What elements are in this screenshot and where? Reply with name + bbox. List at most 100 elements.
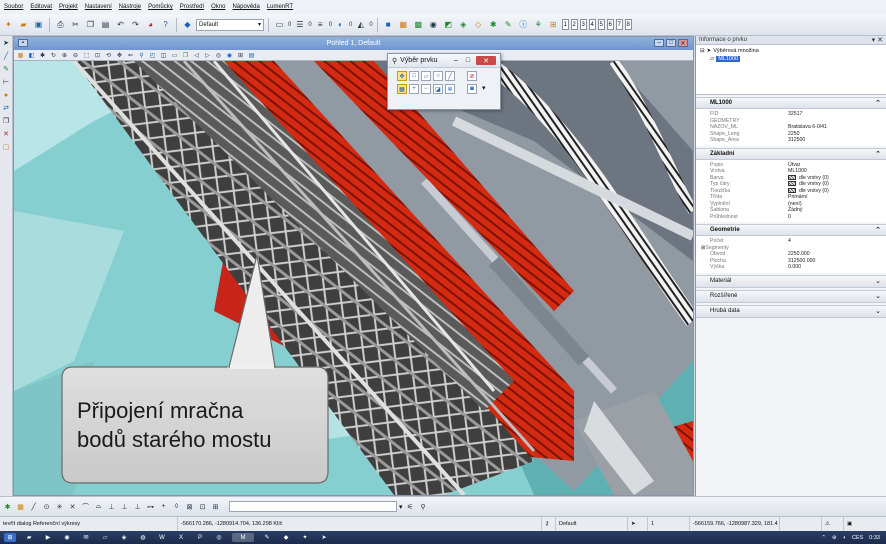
fit-view-icon[interactable]: ⊡ bbox=[93, 51, 102, 60]
folder-icon[interactable]: ▱ bbox=[99, 533, 111, 542]
grid-view-icon[interactable]: ⊞ bbox=[236, 51, 245, 60]
section-basic-header[interactable]: Základní ⌃ bbox=[696, 147, 886, 160]
lineweight-icon[interactable]: ≡ bbox=[314, 18, 327, 32]
open-folder-icon[interactable]: ▰ bbox=[17, 18, 30, 32]
panel-close-icon[interactable]: ▾ ✕ bbox=[872, 36, 883, 44]
view-display-icon[interactable]: ■ bbox=[382, 18, 395, 32]
select-all-icon[interactable]: ✲ bbox=[445, 84, 455, 94]
maximize-icon[interactable]: □ bbox=[464, 56, 472, 65]
paint-icon[interactable]: ✎ bbox=[261, 533, 273, 542]
paste-icon[interactable]: ▤ bbox=[99, 18, 112, 32]
delete-icon[interactable]: ✕ bbox=[0, 128, 12, 140]
view-button-8[interactable]: 8 bbox=[624, 19, 632, 30]
keypoint-icon[interactable]: ◊ bbox=[171, 501, 182, 513]
parallel-icon[interactable]: ⊥ bbox=[119, 501, 130, 513]
individual-select-icon[interactable]: ✥ bbox=[397, 71, 407, 81]
point-icon[interactable]: ● bbox=[0, 89, 12, 101]
update-view-icon[interactable]: ↻ bbox=[49, 51, 58, 60]
view-previous-icon[interactable]: ◁ bbox=[192, 51, 201, 60]
clip-volume-icon[interactable]: ◫ bbox=[159, 51, 168, 60]
collapse-icon[interactable]: ⊟ bbox=[700, 48, 705, 54]
walk-icon[interactable]: ⚲ bbox=[137, 51, 146, 60]
explorer-icon[interactable]: ▰ bbox=[23, 533, 35, 542]
close-icon[interactable]: ✕ bbox=[678, 39, 688, 47]
excel-icon[interactable]: X bbox=[175, 533, 187, 542]
network-app-icon[interactable]: ◈ bbox=[118, 533, 130, 542]
copy-view-icon[interactable]: ❐ bbox=[181, 51, 190, 60]
linestyle-icon[interactable]: ☰ bbox=[293, 18, 306, 32]
menu-soubor[interactable]: Soubor bbox=[4, 4, 23, 10]
menu-okno[interactable]: Okno bbox=[211, 4, 225, 10]
add-selection-icon[interactable]: + bbox=[409, 84, 419, 94]
close-button[interactable]: ✕ bbox=[476, 56, 496, 65]
intersection-icon[interactable]: ✕ bbox=[67, 501, 78, 513]
chevron-down-icon[interactable]: ▾ bbox=[399, 503, 403, 511]
info-icon[interactable]: ⓘ bbox=[517, 18, 530, 32]
circle-select-icon[interactable]: ○ bbox=[433, 71, 443, 81]
perpendicular-icon[interactable]: ⊥ bbox=[106, 501, 117, 513]
tray-chevron-icon[interactable]: ⌃ bbox=[821, 535, 826, 541]
notification-icon[interactable]: ⚠ bbox=[822, 516, 844, 532]
level-manager-icon[interactable]: ◕ bbox=[144, 18, 157, 32]
toggle-camera-icon[interactable]: ◉ bbox=[225, 51, 234, 60]
view-attributes-icon[interactable]: ▦ bbox=[16, 51, 25, 60]
cut-icon[interactable]: ✂ bbox=[69, 18, 82, 32]
redo-icon[interactable]: ↷ bbox=[129, 18, 142, 32]
view-title-bar[interactable]: Pohled 1, Default ▪ – □ ✕ bbox=[14, 37, 693, 50]
origin-snap-icon[interactable]: + bbox=[158, 501, 169, 513]
word-icon[interactable]: W bbox=[156, 533, 168, 542]
view-button-5[interactable]: 5 bbox=[597, 19, 605, 30]
line-select-icon[interactable]: ╱ bbox=[445, 71, 455, 81]
minimize-icon[interactable]: – bbox=[654, 39, 664, 47]
snap-icon[interactable]: ▦ bbox=[15, 501, 26, 513]
rotate-view-icon[interactable]: ⟲ bbox=[104, 51, 113, 60]
menu-nastaveni[interactable]: Nastavení bbox=[85, 4, 112, 10]
start-icon[interactable]: ⊞ bbox=[4, 533, 16, 542]
menu-napoveda[interactable]: Nápověda bbox=[232, 4, 259, 10]
transparency-icon[interactable]: ◐ bbox=[334, 18, 347, 32]
telegram-icon[interactable]: ➤ bbox=[318, 533, 330, 542]
grid-icon[interactable]: ⊞ bbox=[547, 18, 560, 32]
outlook-icon[interactable]: ◍ bbox=[137, 533, 149, 542]
place-line-icon[interactable]: ╱ bbox=[0, 50, 12, 62]
arc-snap-icon[interactable]: ⌒ bbox=[80, 501, 91, 513]
active-level-combo[interactable]: Default ▾ bbox=[196, 18, 264, 31]
attributes-icon[interactable]: ◆ bbox=[181, 18, 194, 32]
key-in-field[interactable] bbox=[229, 501, 397, 512]
view-button-2[interactable]: 2 bbox=[570, 19, 578, 30]
tools-icon[interactable]: ✎ bbox=[502, 18, 515, 32]
menu-projekt[interactable]: Projekt bbox=[59, 4, 78, 10]
powerpoint-icon[interactable]: P bbox=[194, 533, 206, 542]
app-icon-2[interactable]: ✦ bbox=[299, 533, 311, 542]
view-next-icon[interactable]: ▷ bbox=[203, 51, 212, 60]
microstation-icon[interactable]: M bbox=[232, 533, 254, 542]
zoom-in-icon[interactable]: ⊕ bbox=[60, 51, 69, 60]
settings-icon[interactable]: ✱ bbox=[38, 51, 47, 60]
tree-root[interactable]: ⊟ ➤ Výběrová množina bbox=[700, 47, 882, 55]
design-history-icon[interactable]: ▣ bbox=[844, 517, 864, 532]
status-level[interactable]: Default bbox=[556, 516, 628, 532]
invert-selection-icon[interactable]: ◪ bbox=[433, 84, 443, 94]
measure-icon[interactable]: ⊢ bbox=[0, 76, 12, 88]
keyboard-language[interactable]: CES bbox=[852, 535, 863, 541]
lock-icon[interactable]: ⚷ bbox=[542, 516, 556, 532]
color-icon[interactable]: ▭ bbox=[273, 18, 286, 32]
circle-tool-icon[interactable]: ⊙ bbox=[41, 501, 52, 513]
copy-element-icon[interactable]: ❐ bbox=[0, 115, 12, 127]
view-button-7[interactable]: 7 bbox=[615, 19, 623, 30]
menu-nastroje[interactable]: Nástroje bbox=[119, 4, 141, 10]
view-button-3[interactable]: 3 bbox=[579, 19, 587, 30]
center-snap-icon[interactable]: ✳ bbox=[54, 501, 65, 513]
property-row[interactable]: Výška 0.000 bbox=[696, 264, 886, 271]
menu-editovat[interactable]: Editovat bbox=[30, 4, 52, 10]
clear-selection-icon[interactable]: ⊘ bbox=[467, 71, 477, 81]
view-menu-icon[interactable]: ▪ bbox=[18, 39, 28, 47]
volume-icon[interactable]: ◖ bbox=[843, 535, 846, 541]
modify-icon[interactable]: ✎ bbox=[0, 63, 12, 75]
menu-pomucky[interactable]: Pomůcky bbox=[148, 4, 173, 10]
save-icon[interactable]: ▣ bbox=[32, 18, 45, 32]
fence-tool-icon[interactable]: ▢ bbox=[0, 141, 12, 153]
mail-icon[interactable]: ✉ bbox=[80, 533, 92, 542]
line-tool-icon[interactable]: ╱ bbox=[28, 501, 39, 513]
browser-icon[interactable]: ◉ bbox=[61, 533, 73, 542]
